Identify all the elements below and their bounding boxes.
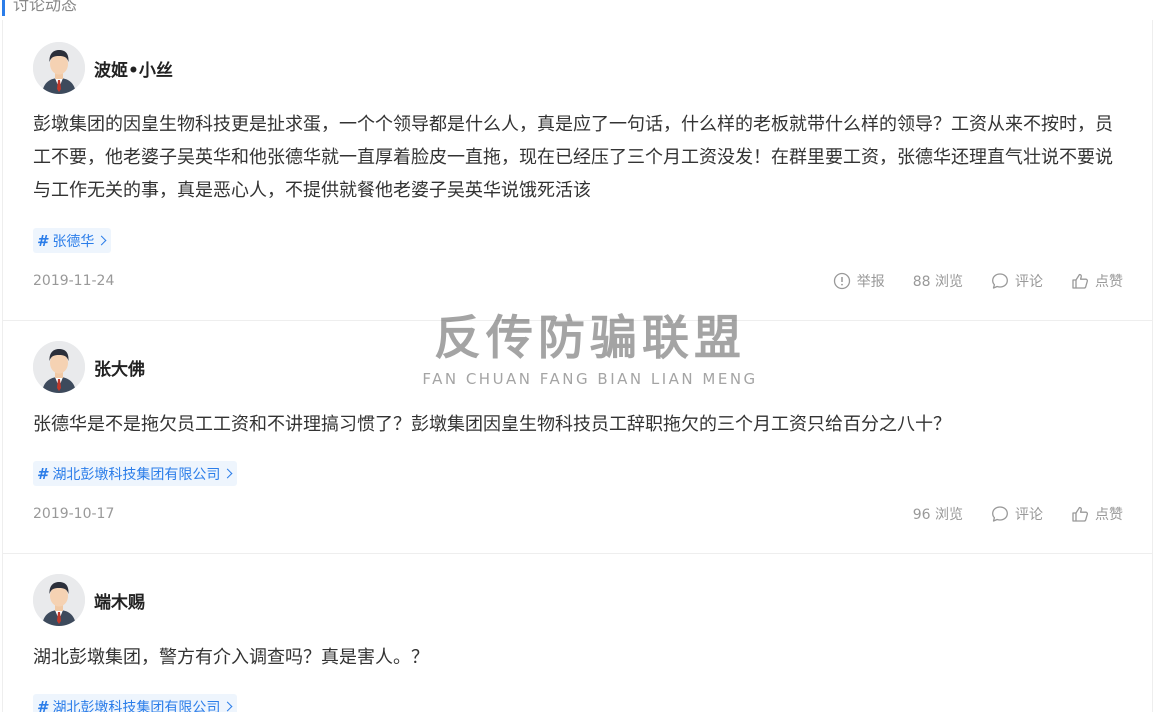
comment-icon bbox=[992, 506, 1008, 522]
comment-button[interactable]: 评论 bbox=[991, 504, 1043, 524]
views-label: 96 浏览 bbox=[912, 507, 963, 523]
avatar[interactable] bbox=[33, 341, 85, 393]
report-label: 举报 bbox=[856, 274, 885, 290]
views-label: 88 浏览 bbox=[912, 274, 963, 290]
section-accent-bar bbox=[2, 0, 5, 16]
user-avatar-icon bbox=[33, 42, 85, 94]
author-name[interactable]: 端木赐 bbox=[94, 588, 145, 613]
thumbs-up-icon bbox=[1072, 273, 1089, 289]
topic-tag[interactable]: # 张德华 bbox=[33, 228, 112, 253]
thumbs-up-icon bbox=[1072, 506, 1089, 522]
like-button[interactable]: 点赞 bbox=[1071, 271, 1123, 291]
post-meta: 2019-10-17 96 浏览 评论 点赞 bbox=[33, 503, 1123, 525]
post-item: 端木赐 湖北彭墩集团，警方有介入调查吗？真是害人。？ # 湖北彭墩科技集团有限公… bbox=[3, 554, 1153, 712]
comment-icon bbox=[992, 273, 1008, 289]
hashtag-icon: # bbox=[37, 697, 48, 712]
author-name[interactable]: 波姬•小丝 bbox=[94, 56, 173, 81]
author-name[interactable]: 张大佛 bbox=[94, 355, 145, 380]
post-meta: 2019-11-24 举报 88 浏览 评论 点赞 bbox=[33, 270, 1123, 292]
user-avatar-icon bbox=[33, 341, 85, 393]
comment-label: 评论 bbox=[1015, 274, 1043, 290]
post-content: 湖北彭墩集团，警方有介入调查吗？真是害人。？ bbox=[33, 647, 429, 668]
post-date: 2019-11-24 bbox=[33, 273, 115, 289]
report-icon bbox=[833, 272, 850, 290]
tag-label: 张德华 bbox=[52, 233, 95, 250]
discussion-feed: 波姬•小丝 彭墩集团的因皇生物科技更是扯求蛋，一个个领导都是什么人，真是应了一句… bbox=[2, 20, 1153, 712]
view-count: 88 浏览 bbox=[913, 271, 963, 291]
chevron-right-icon bbox=[96, 235, 107, 246]
view-count: 96 浏览 bbox=[913, 504, 963, 524]
post-content: 张德华是不是拖欠员工工资和不讲理搞习惯了？彭墩集团因皇生物科技员工辞职拖欠的三个… bbox=[33, 414, 951, 435]
post-author[interactable]: 波姬•小丝 bbox=[33, 42, 173, 94]
chevron-right-icon bbox=[222, 701, 233, 712]
section-title: 讨论动态 bbox=[13, 0, 78, 14]
tag-label: 湖北彭墩科技集团有限公司 bbox=[52, 466, 221, 483]
chevron-right-icon bbox=[222, 468, 233, 479]
hashtag-icon: # bbox=[37, 231, 48, 250]
post-date: 2019-10-17 bbox=[33, 506, 115, 522]
comment-button[interactable]: 评论 bbox=[991, 271, 1043, 291]
like-label: 点赞 bbox=[1095, 274, 1123, 290]
avatar[interactable] bbox=[33, 574, 85, 626]
like-label: 点赞 bbox=[1095, 507, 1123, 523]
post-item: 张大佛 张德华是不是拖欠员工工资和不讲理搞习惯了？彭墩集团因皇生物科技员工辞职拖… bbox=[3, 321, 1153, 554]
hashtag-icon: # bbox=[37, 464, 48, 483]
topic-tag[interactable]: # 湖北彭墩科技集团有限公司 bbox=[33, 461, 238, 486]
post-author[interactable]: 端木赐 bbox=[33, 574, 145, 626]
report-button[interactable]: 举报 bbox=[833, 271, 885, 291]
post-author[interactable]: 张大佛 bbox=[33, 341, 145, 393]
post-item: 波姬•小丝 彭墩集团的因皇生物科技更是扯求蛋，一个个领导都是什么人，真是应了一句… bbox=[3, 20, 1153, 321]
user-avatar-icon bbox=[33, 574, 85, 626]
tag-label: 湖北彭墩科技集团有限公司 bbox=[52, 699, 221, 712]
avatar[interactable] bbox=[33, 42, 85, 94]
like-button[interactable]: 点赞 bbox=[1071, 504, 1123, 524]
comment-label: 评论 bbox=[1015, 507, 1043, 523]
topic-tag[interactable]: # 湖北彭墩科技集团有限公司 bbox=[33, 694, 238, 712]
post-content: 彭墩集团的因皇生物科技更是扯求蛋，一个个领导都是什么人，真是应了一句话，什么样的… bbox=[33, 114, 1113, 201]
